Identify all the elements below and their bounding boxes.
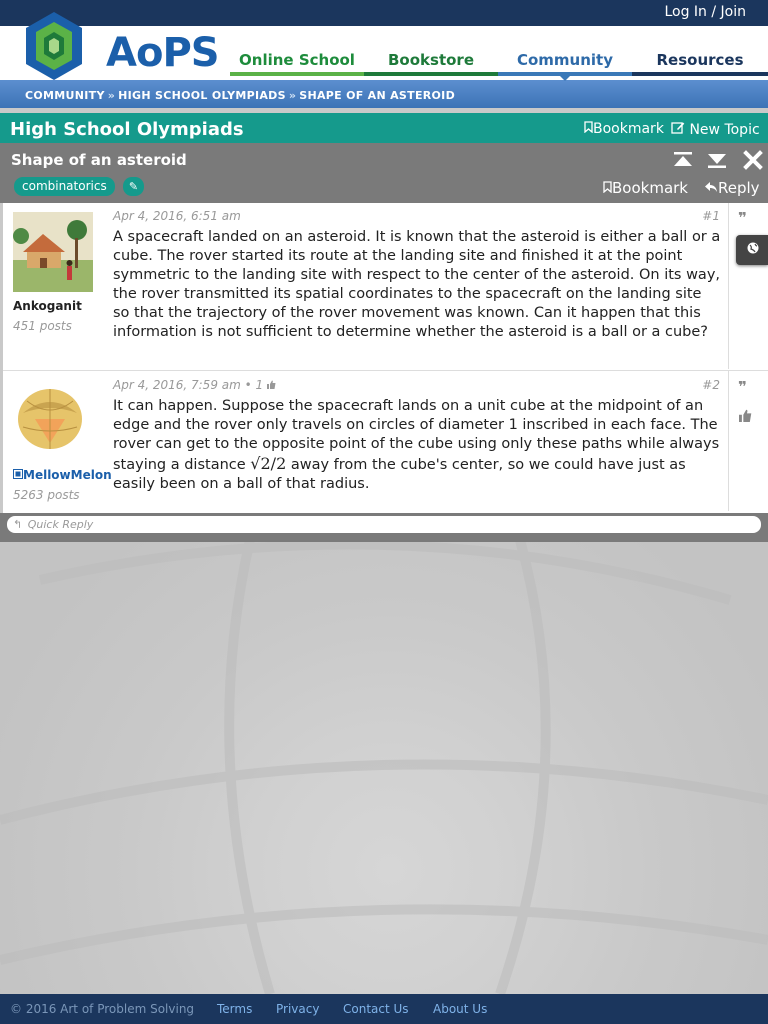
footer-privacy-link[interactable]: Privacy — [276, 1002, 319, 1016]
forum-bookmark-label: Bookmark — [593, 121, 664, 137]
topic-header: Shape of an asteroid combinatorics ✎ Boo… — [0, 143, 768, 203]
globe-icon — [747, 242, 759, 254]
breadcrumb-forum[interactable]: HIGH SCHOOL OLYMPIADS — [118, 89, 286, 102]
forum-title[interactable]: High School Olympiads — [10, 119, 244, 140]
jump-to-top-icon[interactable] — [672, 149, 694, 171]
username[interactable]: Ankoganit — [13, 299, 82, 313]
post-meta: Apr 4, 2016, 7:59 am • 1 — [113, 378, 276, 392]
breadcrumb-community[interactable]: COMMUNITY — [25, 89, 105, 102]
avatar[interactable] — [13, 212, 93, 292]
post-timestamp: Apr 4, 2016, 7:59 am — [113, 378, 241, 392]
forum-header: High School Olympiads Bookmark New Topic — [0, 113, 768, 143]
nav-active-pointer — [558, 74, 572, 81]
nav-underline — [230, 72, 364, 76]
nav-community[interactable]: Community — [498, 46, 632, 76]
user-post-count: 451 posts — [13, 319, 72, 333]
nav-online-school-label: Online School — [239, 51, 355, 69]
reply-label: Reply — [718, 179, 760, 197]
footer-terms-link[interactable]: Terms — [217, 1002, 252, 1016]
post-body: A spacecraft landed on an asteroid. It i… — [113, 229, 721, 340]
new-topic-label: New Topic — [689, 122, 760, 138]
post-number[interactable]: #1 — [702, 209, 720, 223]
pencil-icon: ✎ — [128, 180, 139, 193]
avatar[interactable] — [15, 383, 85, 453]
nav-underline — [364, 72, 498, 76]
breadcrumb-bar: COMMUNITY» HIGH SCHOOL OLYMPIADS» SHAPE OF… — [0, 80, 768, 108]
post-body: It can happen. Suppose the spacecraft la… — [113, 397, 721, 494]
user-post-count: 5263 posts — [13, 488, 80, 502]
quick-reply-input[interactable]: ↰ Quick Reply — [7, 516, 761, 533]
like-count: • 1 — [244, 378, 264, 392]
login-join-link[interactable]: Log In / Join — [664, 4, 746, 20]
forum-bookmark-button[interactable]: Bookmark — [584, 121, 664, 137]
breadcrumb-separator: » — [107, 89, 116, 102]
post-action-divider — [728, 371, 729, 511]
quote-icon[interactable]: ❞ — [738, 378, 747, 396]
footer-about-link[interactable]: About Us — [433, 1002, 487, 1016]
moderator-badge-icon — [13, 469, 23, 479]
footer-contact-link[interactable]: Contact Us — [343, 1002, 409, 1016]
close-icon[interactable] — [742, 149, 764, 171]
quote-icon[interactable]: ❞ — [738, 209, 747, 227]
breadcrumb: COMMUNITY» HIGH SCHOOL OLYMPIADS» SHAPE OF… — [25, 89, 455, 102]
bookmark-icon — [584, 121, 593, 134]
nav-resources[interactable]: Resources — [632, 46, 768, 76]
reply-icon — [705, 182, 717, 192]
tag-combinatorics[interactable]: combinatorics — [14, 177, 115, 196]
thumbs-up-icon — [267, 380, 276, 389]
reply-icon: ↰ — [13, 518, 23, 531]
community-globe-button[interactable] — [736, 235, 768, 265]
breadcrumb-separator: » — [288, 89, 297, 102]
username[interactable]: MellowMelon — [13, 468, 112, 482]
topic-bookmark-button[interactable]: Bookmark — [603, 179, 688, 197]
footer-copyright: © 2016 Art of Problem Solving — [10, 1002, 195, 1016]
like-button-icon[interactable] — [739, 409, 752, 422]
new-topic-button[interactable]: New Topic — [671, 121, 760, 138]
topic-title: Shape of an asteroid — [11, 151, 187, 169]
edit-tags-button[interactable]: ✎ — [123, 177, 144, 196]
topic-bookmark-label: Bookmark — [612, 179, 688, 197]
nav-underline — [632, 72, 768, 76]
post-action-divider — [728, 203, 729, 369]
nav-community-label: Community — [516, 51, 614, 69]
reply-button[interactable]: Reply — [704, 179, 760, 197]
username-label: MellowMelon — [23, 468, 112, 482]
nav-bookstore[interactable]: Bookstore — [364, 46, 498, 76]
post-timestamp: Apr 4, 2016, 6:51 am — [113, 209, 241, 223]
post: MellowMelon 5263 posts Apr 4, 2016, 7:59… — [3, 370, 768, 511]
edit-icon — [671, 122, 685, 134]
bookmark-icon — [603, 181, 612, 194]
quick-reply-bar: ↰ Quick Reply — [0, 513, 768, 542]
post-number[interactable]: #2 — [702, 378, 720, 392]
breadcrumb-topic[interactable]: SHAPE OF AN ASTEROID — [299, 89, 455, 102]
post-list: Ankoganit 451 posts Apr 4, 2016, 6:51 am… — [3, 203, 768, 513]
site-footer: © 2016 Art of Problem Solving Terms Priv… — [0, 994, 768, 1024]
aops-logo[interactable]: AoPS — [24, 10, 220, 82]
background-pattern — [0, 540, 768, 994]
aops-logo-icon — [26, 12, 82, 80]
quick-reply-placeholder: Quick Reply — [27, 518, 94, 531]
math-expression: √2/2 — [250, 454, 287, 473]
nav-online-school[interactable]: Online School — [230, 46, 364, 76]
nav-resources-label: Resources — [656, 51, 744, 69]
nav-bookstore-label: Bookstore — [388, 51, 474, 69]
logo-wordmark: AoPS — [106, 30, 220, 76]
post: Ankoganit 451 posts Apr 4, 2016, 6:51 am… — [3, 203, 768, 369]
jump-to-bottom-icon[interactable] — [706, 149, 728, 171]
